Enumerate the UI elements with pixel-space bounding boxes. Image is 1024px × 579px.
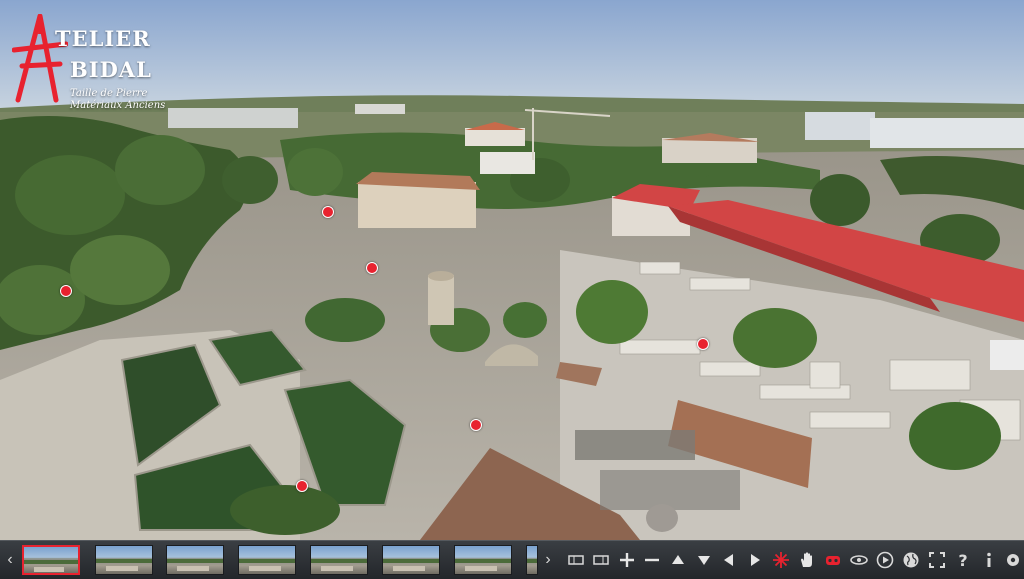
drag-hand-icon xyxy=(801,552,812,567)
thumbnails-list-icon xyxy=(593,555,609,565)
play-icon xyxy=(876,551,894,569)
map-globe-button[interactable] xyxy=(901,550,921,570)
viewer-toolbar: ‹ › ? xyxy=(0,540,1024,579)
zoom-in-icon xyxy=(620,553,634,567)
pan-right-button[interactable] xyxy=(745,550,765,570)
zoom-out-icon xyxy=(645,558,659,562)
hotspot-stone-yard[interactable] xyxy=(697,338,709,350)
hotspot-garden-path[interactable] xyxy=(366,262,378,274)
scene-thumbnail-1[interactable] xyxy=(22,545,80,575)
chevron-right-icon: › xyxy=(545,551,551,568)
thumbnails-prev-button[interactable]: ‹ xyxy=(2,541,18,579)
scene-thumbnail-5[interactable] xyxy=(310,545,368,575)
autorotate-icon xyxy=(773,552,789,568)
thumbnails-next-button[interactable]: › xyxy=(540,541,556,579)
help-button[interactable]: ? xyxy=(953,550,973,570)
zoom-in-button[interactable] xyxy=(617,550,637,570)
scene-thumbnail-2[interactable] xyxy=(95,545,153,575)
pan-left-button[interactable] xyxy=(719,550,739,570)
scene-thumbnail-6[interactable] xyxy=(382,545,440,575)
brand-logo: TELIER BIDAL Taille de Pierre Matériaux … xyxy=(12,14,182,114)
logo-tagline-2: Matériaux Anciens xyxy=(70,100,166,111)
hotspots-icon xyxy=(1007,554,1019,566)
info-icon xyxy=(987,552,991,567)
pan-left-icon xyxy=(724,554,733,566)
thumbnails-view-icon xyxy=(568,555,584,565)
thumbnails-view-button[interactable] xyxy=(566,550,586,570)
hotspots-toggle-button[interactable] xyxy=(1003,550,1023,570)
pan-right-icon xyxy=(751,554,760,566)
pan-up-icon xyxy=(672,555,684,564)
vr-headset-icon xyxy=(826,556,840,565)
hotspot-left-garden[interactable] xyxy=(60,285,72,297)
play-tour-button[interactable] xyxy=(875,550,895,570)
scene-thumbnail-7[interactable] xyxy=(454,545,512,575)
logo-tagline-1: Taille de Pierre xyxy=(70,88,148,99)
pan-down-button[interactable] xyxy=(694,550,714,570)
orbit-icon xyxy=(850,555,868,565)
help-icon: ? xyxy=(958,551,967,570)
logo-line-2: BIDAL xyxy=(70,57,152,82)
scene-thumbnail-8-partial[interactable] xyxy=(526,545,538,575)
info-button[interactable] xyxy=(979,550,999,570)
hotspot-villa[interactable] xyxy=(322,206,334,218)
pan-down-icon xyxy=(698,556,710,565)
scene-thumbnail-3[interactable] xyxy=(166,545,224,575)
hotspot-lower-garden[interactable] xyxy=(296,480,308,492)
scene-thumbnail-4[interactable] xyxy=(238,545,296,575)
svg-text:?: ? xyxy=(958,551,967,570)
vr-mode-button[interactable] xyxy=(823,550,843,570)
chevron-left-icon: ‹ xyxy=(7,551,13,568)
fullscreen-button[interactable] xyxy=(927,550,947,570)
zoom-out-button[interactable] xyxy=(642,550,662,570)
logo-line-1: TELIER xyxy=(55,26,151,51)
thumbnails-list-button[interactable] xyxy=(591,550,611,570)
globe-icon xyxy=(903,552,919,568)
orbit-button[interactable] xyxy=(849,550,869,570)
pan-up-button[interactable] xyxy=(668,550,688,570)
fullscreen-icon xyxy=(929,552,945,568)
hotspot-central-path[interactable] xyxy=(470,419,482,431)
drag-mode-button[interactable] xyxy=(797,550,817,570)
autorotate-button[interactable] xyxy=(771,550,791,570)
